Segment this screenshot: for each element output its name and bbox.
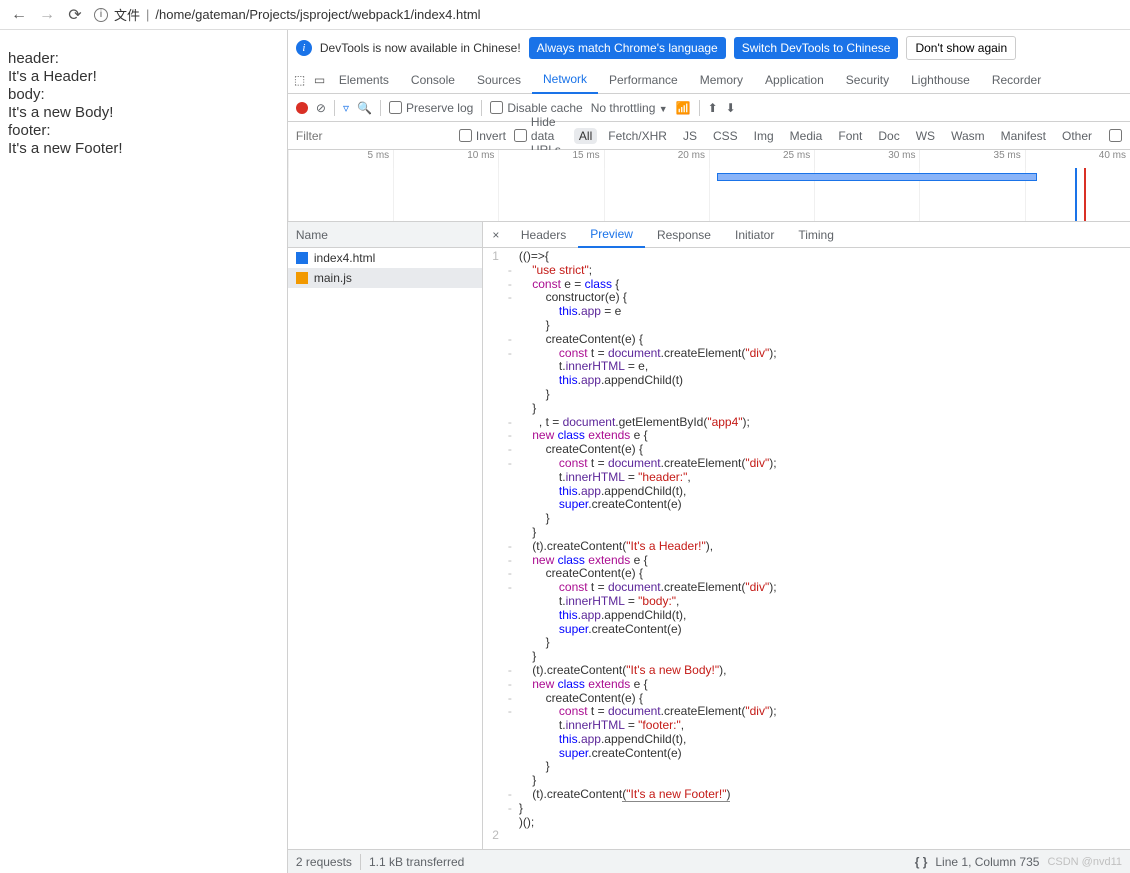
timeline-tick: 40 ms [1025, 150, 1130, 168]
filter-toggle-icon[interactable]: ▿ [343, 101, 349, 115]
html-file-icon [296, 252, 308, 264]
reload-icon[interactable]: ⟳ [66, 5, 84, 25]
filter-pill-manifest[interactable]: Manifest [996, 128, 1051, 144]
page-line: It's a new Footer! [8, 140, 279, 158]
timeline-tick: 25 ms [709, 150, 814, 168]
close-detail-icon[interactable]: × [483, 228, 509, 242]
clear-icon[interactable]: ⊘ [316, 101, 326, 115]
filter-pill-font[interactable]: Font [833, 128, 867, 144]
tab-recorder[interactable]: Recorder [981, 66, 1052, 94]
wifi-icon[interactable]: 📶 [676, 101, 691, 115]
tab-network[interactable]: Network [532, 66, 598, 94]
timeline-tick: 20 ms [604, 150, 709, 168]
filter-pill-img[interactable]: Img [749, 128, 779, 144]
disable-cache-checkbox[interactable]: Disable cache [490, 101, 582, 115]
watermark: CSDN @nvd11 [1047, 856, 1122, 868]
filter-pill-js[interactable]: JS [678, 128, 702, 144]
cursor-position: Line 1, Column 735 [935, 855, 1039, 869]
preserve-log-checkbox[interactable]: Preserve log [389, 101, 473, 115]
filter-pill-css[interactable]: CSS [708, 128, 743, 144]
page-line: header: [8, 50, 279, 68]
filter-pill-fetchxhr[interactable]: Fetch/XHR [603, 128, 672, 144]
timeline-tick: 15 ms [498, 150, 603, 168]
url-bar[interactable]: i 文件 | /home/gateman/Projects/jsproject/… [94, 5, 1120, 24]
tab-lighthouse[interactable]: Lighthouse [900, 66, 981, 94]
devtools-tabs: ⬚ ▭ ElementsConsoleSourcesNetworkPerform… [288, 66, 1130, 94]
locale-infobar: i DevTools is now available in Chinese! … [288, 30, 1130, 66]
tab-performance[interactable]: Performance [598, 66, 689, 94]
network-timeline[interactable]: 5 ms10 ms15 ms20 ms25 ms30 ms35 ms40 ms [288, 150, 1130, 222]
page-line: It's a Header! [8, 68, 279, 86]
record-icon[interactable] [296, 102, 308, 114]
request-row[interactable]: index4.html [288, 248, 482, 268]
detail-tab-response[interactable]: Response [645, 222, 723, 248]
info-icon[interactable]: i [94, 8, 108, 22]
filter-pill-other[interactable]: Other [1057, 128, 1097, 144]
request-list-header[interactable]: Name [288, 222, 482, 248]
dom-content-line [1075, 168, 1077, 221]
js-file-icon [296, 272, 308, 284]
status-bar: 2 requests 1.1 kB transferred { } Line 1… [288, 849, 1130, 873]
tab-memory[interactable]: Memory [689, 66, 754, 94]
download-har-icon[interactable]: ⬇ [726, 101, 736, 115]
tab-security[interactable]: Security [835, 66, 900, 94]
detail-tab-timing[interactable]: Timing [786, 222, 846, 248]
transferred-size: 1.1 kB transferred [369, 855, 464, 869]
search-icon[interactable]: 🔍 [357, 101, 372, 115]
infobar-message: DevTools is now available in Chinese! [320, 41, 521, 55]
upload-har-icon[interactable]: ⬆ [708, 101, 718, 115]
inspect-icon[interactable]: ⬚ [288, 73, 308, 87]
back-icon[interactable]: ← [10, 6, 28, 24]
detail-tab-preview[interactable]: Preview [578, 222, 645, 248]
browser-bar: ← → ⟳ i 文件 | /home/gateman/Projects/jspr… [0, 0, 1130, 30]
filter-pill-all[interactable]: All [574, 128, 597, 144]
rendered-page: header: It's a Header! body: It's a new … [0, 30, 287, 873]
tab-application[interactable]: Application [754, 66, 835, 94]
request-list: Name index4.html main.js [288, 222, 483, 849]
detail-tab-initiator[interactable]: Initiator [723, 222, 786, 248]
dismiss-button[interactable]: Don't show again [906, 36, 1016, 60]
timeline-tick: 35 ms [919, 150, 1024, 168]
timeline-tick: 5 ms [288, 150, 393, 168]
filter-input[interactable] [296, 129, 451, 143]
devtools-panel: i DevTools is now available in Chinese! … [287, 30, 1130, 873]
timeline-tick: 10 ms [393, 150, 498, 168]
invert-checkbox[interactable]: Invert [459, 129, 506, 143]
request-count: 2 requests [296, 855, 352, 869]
filter-pill-wasm[interactable]: Wasm [946, 128, 990, 144]
device-toggle-icon[interactable]: ▭ [308, 73, 328, 87]
url-scheme: 文件 [114, 5, 140, 24]
page-line: It's a new Body! [8, 104, 279, 122]
extra-checkbox[interactable] [1109, 129, 1122, 142]
switch-language-button[interactable]: Switch DevTools to Chinese [734, 37, 899, 59]
url-path: /home/gateman/Projects/jsproject/webpack… [155, 7, 480, 22]
match-language-button[interactable]: Always match Chrome's language [529, 37, 726, 59]
timeline-bar [717, 173, 1037, 181]
timeline-tick: 30 ms [814, 150, 919, 168]
request-name: index4.html [314, 251, 375, 265]
throttling-select[interactable]: No throttling ▼ [591, 101, 668, 115]
pretty-print-icon[interactable]: { } [915, 855, 928, 869]
detail-tab-headers[interactable]: Headers [509, 222, 578, 248]
tab-sources[interactable]: Sources [466, 66, 532, 94]
detail-tab-row: × HeadersPreviewResponseInitiatorTiming [483, 222, 1130, 248]
load-line [1084, 168, 1086, 221]
filter-pill-media[interactable]: Media [785, 128, 828, 144]
request-detail: × HeadersPreviewResponseInitiatorTiming … [483, 222, 1130, 849]
info-icon: i [296, 40, 312, 56]
tab-console[interactable]: Console [400, 66, 466, 94]
preview-code[interactable]: 1(()=>{- "use strict";- const e = class … [483, 248, 1130, 849]
request-row[interactable]: main.js [288, 268, 482, 288]
tab-elements[interactable]: Elements [328, 66, 400, 94]
filter-pill-ws[interactable]: WS [911, 128, 940, 144]
request-name: main.js [314, 271, 352, 285]
filter-row: Invert Hide data URLs AllFetch/XHRJSCSSI… [288, 122, 1130, 150]
page-line: footer: [8, 122, 279, 140]
forward-icon[interactable]: → [38, 6, 56, 24]
network-toolbar: ⊘ ▿ 🔍 Preserve log Disable cache No thro… [288, 94, 1130, 122]
page-line: body: [8, 86, 279, 104]
filter-pill-doc[interactable]: Doc [873, 128, 904, 144]
